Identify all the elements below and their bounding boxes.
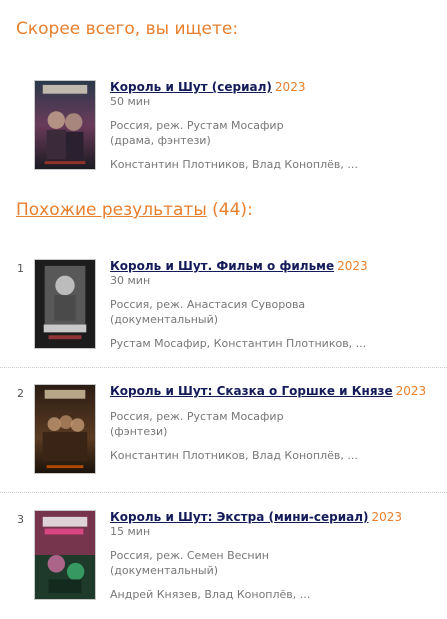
- country-director-label: Россия, реж. Семен Веснин: [110, 549, 269, 562]
- item-number: 2: [17, 387, 24, 400]
- cast-label: Андрей Князев, Влад Коноплёв, ...: [110, 588, 311, 601]
- genre-label: (документальный): [110, 313, 219, 326]
- title-link[interactable]: Король и Шут: Экстра (мини-сериал): [110, 510, 369, 524]
- title-link[interactable]: Король и Шут (сериал): [110, 80, 272, 94]
- country-director-label: Россия, реж. Рустам Мосафир: [110, 119, 284, 132]
- poster-image[interactable]: [34, 384, 96, 474]
- year-label: 2023: [395, 384, 427, 398]
- similar-results-count: (44):: [212, 200, 253, 220]
- cast-label: Рустам Мосафир, Константин Плотников, ..…: [110, 337, 367, 350]
- poster-image[interactable]: [34, 80, 96, 170]
- duration-label: 30 мин: [110, 274, 151, 287]
- duration-label: 50 мин: [110, 95, 151, 108]
- genre-label: (драма, фэнтези): [110, 134, 211, 147]
- cast-label: Константин Плотников, Влад Коноплёв, ...: [110, 449, 358, 462]
- title-link[interactable]: Король и Шут: Сказка о Горшке и Князе: [110, 384, 393, 398]
- duration-label: 15 мин: [110, 525, 151, 538]
- similar-results-heading: Похожие результаты (44):: [16, 200, 253, 220]
- country-director-label: Россия, реж. Рустам Мосафир: [110, 410, 284, 423]
- item-number: 1: [17, 262, 24, 275]
- genre-label: (документальный): [110, 564, 219, 577]
- year-label: 2023: [371, 510, 403, 524]
- year-label: 2023: [274, 80, 306, 94]
- best-match-info: Король и Шут (сериал) 2023 50 мин Россия,…: [110, 79, 440, 172]
- similar-item-info: Король и Шут. Фильм о фильме 2023 30 мин …: [110, 258, 440, 351]
- poster-image[interactable]: [34, 259, 96, 349]
- title-link[interactable]: Король и Шут. Фильм о фильме: [110, 259, 334, 273]
- poster-image[interactable]: [34, 510, 96, 600]
- search-results-page: Скорее всего, вы ищете: Король и Шут (се…: [0, 0, 447, 619]
- genre-label: (фэнтези): [110, 425, 168, 438]
- country-director-label: Россия, реж. Анастасия Суворова: [110, 298, 306, 311]
- divider: [0, 367, 447, 368]
- year-label: 2023: [337, 259, 368, 273]
- similar-item-info: Король и Шут: Сказка о Горшке и Князе 202…: [110, 383, 440, 463]
- item-number: 3: [17, 513, 24, 526]
- best-match-heading: Скорее всего, вы ищете:: [16, 19, 239, 39]
- similar-item-info: Король и Шут: Экстра (мини-сериал) 2023 1…: [110, 509, 440, 602]
- similar-results-link[interactable]: Похожие результаты: [16, 200, 207, 220]
- divider: [0, 492, 447, 493]
- cast-label: Константин Плотников, Влад Коноплёв, ...: [110, 158, 358, 171]
